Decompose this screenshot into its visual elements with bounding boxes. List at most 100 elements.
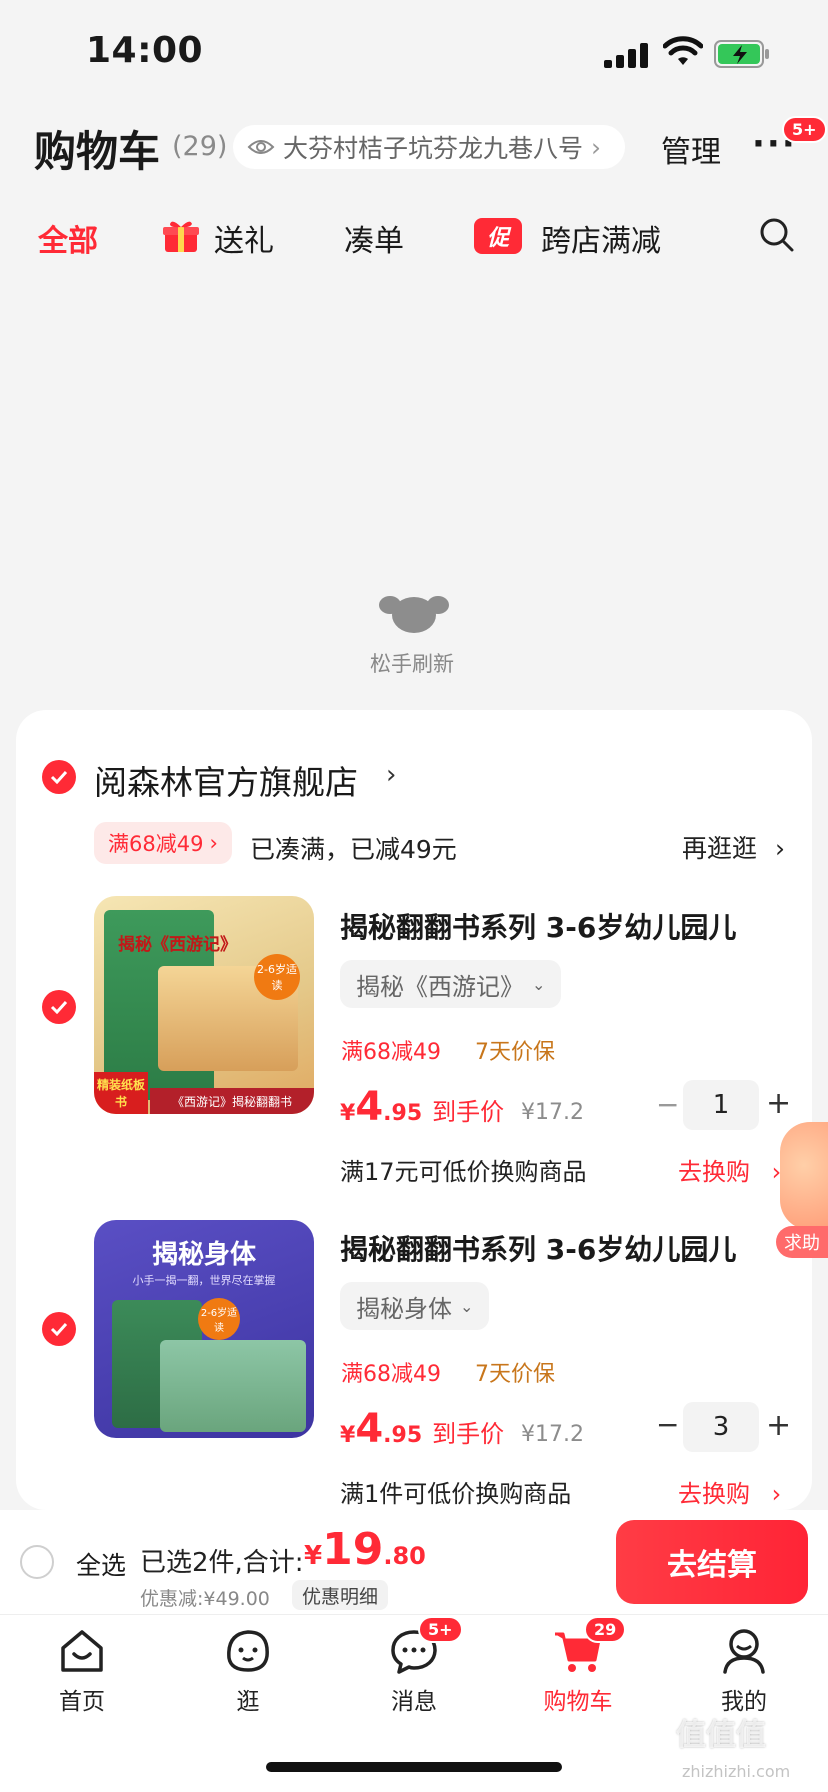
delivery-address: 大芬村桔子坑芬龙九巷八号 [283, 134, 584, 163]
discount-label: 满68减49 [341, 1362, 441, 1387]
price-protect-label: 7天价保 [475, 1362, 555, 1387]
product-image[interactable]: 揭秘身体 小手一揭一翻，世界尽在掌握 2-6岁适读 [94, 1220, 314, 1438]
promo-tag-icon: 促 [474, 218, 522, 254]
product-title[interactable]: 揭秘翻翻书系列 3-6岁幼儿园儿 [340, 1228, 780, 1268]
tab-home[interactable]: 首页 [22, 1624, 142, 1716]
more-badge: 5+ [782, 116, 827, 143]
tab-browse[interactable]: 逛 [188, 1624, 308, 1716]
selected-summary: 已选2件,合计: [140, 1548, 304, 1578]
chevron-down-icon: ⌄ [460, 1296, 474, 1316]
chevron-right-icon: › [591, 132, 602, 162]
cover-bottom-label: 《西游记》揭秘翻翻书 [150, 1088, 314, 1114]
tab-cross-store-discount[interactable]: 跨店满减 [541, 216, 661, 260]
price-decimal: .95 [383, 1423, 423, 1448]
check-icon [50, 1322, 68, 1336]
battery-charging-icon [714, 40, 769, 68]
site-watermark-url: zhizhizhi.com [682, 1762, 791, 1781]
gift-icon [163, 221, 199, 252]
price-currency: ¥ [340, 1101, 356, 1126]
product-image[interactable]: 揭秘《西游记》 2-6岁适读 精装纸板书 《西游记》揭秘翻翻书 [94, 896, 314, 1114]
search-icon[interactable] [758, 216, 796, 254]
qty-increase-button[interactable]: + [766, 1408, 791, 1443]
discount-details-button[interactable]: 优惠明细 [292, 1580, 389, 1610]
cover-corner-label: 精装纸板书 [94, 1072, 148, 1114]
original-price: ¥17.2 [521, 1100, 584, 1125]
store-name[interactable]: 阅森林官方旗舰店 [94, 756, 358, 804]
swap-link[interactable]: 去换购 › [678, 1152, 781, 1187]
home-indicator[interactable] [266, 1762, 562, 1772]
product-title[interactable]: 揭秘翻翻书系列 3-6岁幼儿园儿 [340, 906, 780, 946]
savings-text: 优惠减:¥49.00 [140, 1588, 270, 1610]
floating-assistant-bubble[interactable] [780, 1122, 828, 1230]
cart-count: (29) [172, 131, 228, 162]
browse-more-link[interactable]: 再逛逛 › [682, 829, 785, 865]
price-integer: 4 [355, 1406, 384, 1452]
chevron-down-icon: ⌄ [532, 974, 546, 994]
swap-link[interactable]: 去换购 › [678, 1474, 781, 1509]
chevron-right-icon: › [209, 831, 218, 855]
variant-selector[interactable]: 揭秘《西游记》 ⌄ [340, 960, 562, 1008]
select-all-label[interactable]: 全选 [76, 1546, 126, 1582]
qty-decrease-button[interactable]: − [656, 1408, 679, 1441]
quantity-field[interactable]: 1 [683, 1080, 759, 1130]
tab-all[interactable]: 全部 [38, 216, 98, 260]
swap-link-label: 去换购 [678, 1480, 750, 1508]
tab-home-label: 首页 [59, 1689, 105, 1715]
item-checkbox[interactable] [42, 990, 76, 1024]
tab-cart-label: 购物车 [543, 1689, 613, 1715]
site-watermark: 值值值 [676, 1718, 766, 1753]
cover-title: 揭秘《西游记》 [118, 935, 237, 955]
browse-more-label: 再逛逛 [682, 834, 758, 863]
pull-refresh-text: 松手刷新 [370, 652, 454, 676]
select-all-checkbox[interactable] [20, 1545, 54, 1579]
tab-combo[interactable]: 凑单 [344, 216, 404, 260]
final-price: ¥4.95 到手价 [340, 1406, 504, 1452]
status-time: 14:00 [86, 30, 204, 71]
swap-offer-text: 满1件可低价换购商品 [340, 1480, 572, 1508]
price-currency: ¥ [340, 1423, 356, 1448]
total-decimal: .80 [383, 1542, 426, 1570]
chevron-right-icon: › [771, 1480, 782, 1508]
chevron-right-icon: › [774, 834, 785, 863]
total-currency: ¥ [304, 1541, 323, 1571]
variant-label: 揭秘《西游记》 [356, 972, 524, 1001]
cellular-signal-icon [604, 40, 650, 68]
messages-badge: 5+ [418, 1616, 463, 1643]
item-checkbox[interactable] [42, 1312, 76, 1346]
swap-offer-text: 满17元可低价换购商品 [340, 1158, 587, 1186]
cover-title: 揭秘身体 [151, 1240, 256, 1270]
total-price: ¥19.80 [304, 1524, 426, 1575]
check-icon [50, 1000, 68, 1014]
tab-messages-label: 消息 [391, 1689, 437, 1715]
swap-link-label: 去换购 [678, 1158, 750, 1186]
tab-mine[interactable]: 我的 [684, 1624, 804, 1716]
floating-assistant-tag[interactable]: 求助 [776, 1226, 828, 1258]
price-decimal: .95 [383, 1101, 423, 1126]
original-price: ¥17.2 [521, 1422, 584, 1447]
deal-status: 已凑满，已减49元 [250, 835, 457, 864]
checkout-button[interactable]: 去结算 [616, 1520, 808, 1604]
qty-increase-button[interactable]: + [766, 1086, 791, 1121]
wifi-icon [663, 36, 703, 65]
check-icon [50, 770, 68, 784]
tab-browse-label: 逛 [236, 1689, 260, 1715]
qty-decrease-button[interactable]: − [656, 1088, 679, 1121]
quantity-field[interactable]: 3 [683, 1402, 759, 1452]
age-badge: 2-6岁适读 [198, 1298, 240, 1340]
cover-subtitle: 小手一揭一翻，世界尽在掌握 [132, 1274, 276, 1287]
home-icon [61, 1630, 103, 1672]
cart-badge: 29 [584, 1616, 627, 1643]
tab-gift[interactable]: 送礼 [214, 216, 274, 260]
chevron-right-icon[interactable]: › [386, 760, 396, 790]
variant-selector[interactable]: 揭秘身体 ⌄ [340, 1282, 490, 1330]
price-integer: 4 [355, 1084, 384, 1130]
store-deal-pill[interactable]: 满68减49 › [94, 822, 232, 864]
mascot-icon [379, 596, 449, 633]
eye-icon [247, 140, 275, 154]
store-checkbox[interactable] [42, 760, 76, 794]
manage-button[interactable]: 管理 [661, 127, 721, 171]
page-title: 购物车 [34, 127, 161, 176]
variant-label: 揭秘身体 [356, 1294, 452, 1323]
final-price: ¥4.95 到手价 [340, 1084, 504, 1130]
delivery-address-selector[interactable]: 大芬村桔子坑芬龙九巷八号 › [233, 125, 625, 169]
